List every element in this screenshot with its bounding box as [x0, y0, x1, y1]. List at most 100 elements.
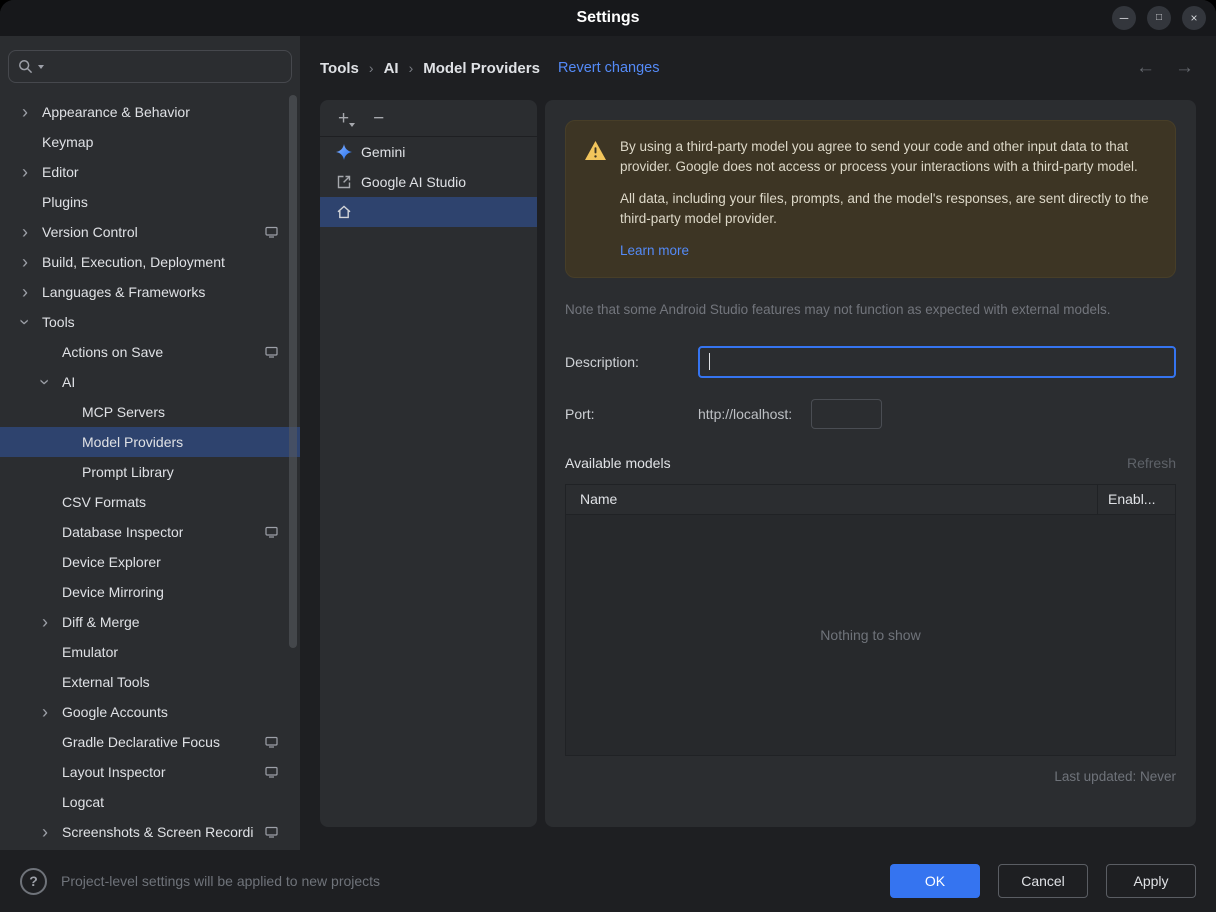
chevron-right-icon[interactable]: ›	[36, 703, 54, 721]
sidebar-item-keymap[interactable]: Keymap	[0, 127, 300, 157]
description-label: Description:	[565, 353, 639, 370]
chevron-down-icon[interactable]: ›	[15, 313, 35, 331]
footer: ? Project-level settings will be applied…	[0, 850, 1216, 912]
project-level-settings-icon	[265, 826, 278, 838]
breadcrumb-separator-icon: ›	[368, 60, 374, 76]
models-table: Name Enabl... Nothing to show	[565, 483, 1176, 756]
chevron-right-icon[interactable]: ›	[16, 253, 34, 271]
description-input[interactable]	[698, 345, 1176, 378]
sidebar-item-label: Build, Execution, Deployment	[42, 254, 225, 270]
sidebar-item-label: Appearance & Behavior	[42, 104, 190, 120]
provider-item-new[interactable]	[320, 197, 537, 227]
search-input[interactable]	[8, 50, 292, 83]
chevron-right-icon[interactable]: ›	[36, 823, 54, 841]
add-provider-button[interactable]: +	[338, 109, 356, 128]
sidebar-item-prompt-library[interactable]: Prompt Library	[0, 457, 300, 487]
port-input[interactable]	[811, 398, 883, 429]
sidebar-item-label: Device Explorer	[62, 554, 161, 570]
sidebar-item-csv-formats[interactable]: CSV Formats	[0, 487, 300, 517]
close-icon: ×	[1190, 11, 1198, 25]
sidebar-item-google-accounts[interactable]: › Google Accounts	[0, 697, 300, 727]
sidebar-item-actions-on-save[interactable]: Actions on Save	[0, 337, 300, 367]
close-button[interactable]: ×	[1182, 6, 1206, 30]
sidebar-item-emulator[interactable]: Emulator	[0, 637, 300, 667]
sidebar-item-label: Gradle Declarative Focus	[62, 734, 220, 750]
chevron-right-icon[interactable]: ›	[36, 613, 54, 631]
sidebar-item-label: Logcat	[62, 794, 105, 810]
model-provider-detail-panel: By using a third-party model you agree t…	[545, 100, 1196, 827]
sidebar-item-diff-merge[interactable]: › Diff & Merge	[0, 607, 300, 637]
sidebar-item-languages-frameworks[interactable]: › Languages & Frameworks	[0, 277, 300, 307]
sidebar-item-label: Model Providers	[82, 434, 184, 450]
maximize-button[interactable]: □	[1147, 6, 1171, 30]
sidebar-item-label: Plugins	[42, 194, 88, 210]
third-party-warning-banner: By using a third-party model you agree t…	[565, 120, 1176, 278]
minimize-icon: ─	[1119, 11, 1129, 25]
window-title: Settings	[576, 9, 640, 26]
column-header-enabled[interactable]: Enabl...	[1097, 484, 1175, 514]
port-label: Port:	[565, 405, 595, 422]
sidebar-item-logcat[interactable]: Logcat	[0, 787, 300, 817]
sidebar-item-device-mirroring[interactable]: Device Mirroring	[0, 577, 300, 607]
breadcrumb-ai[interactable]: AI	[384, 60, 399, 77]
settings-window: Settings ─ □ × › Appearance & Behavior Key…	[0, 0, 1216, 912]
sidebar-item-label: External Tools	[62, 674, 150, 690]
sidebar-item-appearance-behavior[interactable]: › Appearance & Behavior	[0, 97, 300, 127]
provider-item-google-ai-studio[interactable]: Google AI Studio	[320, 167, 537, 197]
sidebar-item-ai[interactable]: › AI	[0, 367, 300, 397]
sidebar-item-label: CSV Formats	[62, 494, 147, 510]
sidebar-item-device-explorer[interactable]: Device Explorer	[0, 547, 300, 577]
sidebar-item-label: Layout Inspector	[62, 764, 166, 780]
sidebar-item-layout-inspector[interactable]: Layout Inspector	[0, 757, 300, 787]
chevron-right-icon[interactable]: ›	[16, 283, 34, 301]
sidebar-item-editor[interactable]: › Editor	[0, 157, 300, 187]
sidebar-item-tools[interactable]: › Tools	[0, 307, 300, 337]
sidebar-item-screenshots-screen-recordi[interactable]: › Screenshots & Screen Recordi	[0, 817, 300, 847]
column-header-name[interactable]: Name	[566, 485, 1097, 514]
settings-tree: › Appearance & Behavior Keymap › Editor Plugi…	[0, 97, 300, 850]
warning-paragraph-2: All data, including your files, prompts,…	[620, 191, 1149, 226]
provider-item-label: Google AI Studio	[361, 174, 467, 190]
sidebar-item-version-control[interactable]: › Version Control	[0, 217, 300, 247]
breadcrumb-tools[interactable]: Tools	[320, 60, 359, 77]
port-row: Port: http://localhost:	[565, 398, 1176, 429]
breadcrumb: Tools › AI › Model Providers Revert chan…	[320, 36, 1196, 100]
minimize-button[interactable]: ─	[1112, 6, 1136, 30]
refresh-button[interactable]: Refresh	[1127, 455, 1176, 471]
sidebar-item-gradle-declarative-focus[interactable]: Gradle Declarative Focus	[0, 727, 300, 757]
last-updated-label: Last updated: Never	[1054, 768, 1176, 784]
chevron-right-icon[interactable]: ›	[16, 163, 34, 181]
chevron-down-icon[interactable]: ›	[35, 373, 55, 391]
ok-button[interactable]: OK	[890, 864, 980, 898]
sidebar-item-label: Prompt Library	[82, 464, 174, 480]
sidebar-item-label: Version Control	[42, 224, 138, 240]
available-models-label: Available models	[565, 454, 671, 471]
chevron-right-icon[interactable]: ›	[16, 223, 34, 241]
sidebar-item-build-execution-deployment[interactable]: › Build, Execution, Deployment	[0, 247, 300, 277]
forward-arrow-icon[interactable]: →	[1175, 57, 1194, 79]
sidebar-scrollbar[interactable]	[289, 95, 297, 648]
models-table-header: Name Enabl...	[566, 484, 1175, 515]
history-navigation: ← →	[1136, 57, 1194, 79]
sidebar-item-mcp-servers[interactable]: MCP Servers	[0, 397, 300, 427]
panels: + − Gemini Google AI Studio By using a th…	[320, 100, 1196, 827]
description-row: Description:	[565, 345, 1176, 378]
sidebar-item-external-tools[interactable]: External Tools	[0, 667, 300, 697]
sidebar-item-database-inspector[interactable]: Database Inspector	[0, 517, 300, 547]
provider-item-gemini[interactable]: Gemini	[320, 137, 537, 167]
chevron-right-icon[interactable]: ›	[16, 103, 34, 121]
cancel-button[interactable]: Cancel	[998, 864, 1088, 898]
sidebar-item-plugins[interactable]: Plugins	[0, 187, 300, 217]
breadcrumb-model-providers[interactable]: Model Providers	[423, 60, 540, 77]
sidebar-item-model-providers[interactable]: Model Providers	[0, 427, 300, 457]
learn-more-link[interactable]: Learn more	[620, 243, 689, 258]
sidebar-item-label: Database Inspector	[62, 524, 184, 540]
sidebar-item-label: AI	[62, 374, 76, 390]
revert-changes-link[interactable]: Revert changes	[558, 60, 660, 76]
sidebar-item-label: Keymap	[42, 134, 94, 150]
apply-button[interactable]: Apply	[1106, 864, 1196, 898]
project-level-settings-icon	[265, 226, 278, 238]
remove-provider-button[interactable]: −	[373, 109, 384, 128]
help-button[interactable]: ?	[20, 867, 47, 895]
back-arrow-icon[interactable]: ←	[1136, 57, 1155, 79]
